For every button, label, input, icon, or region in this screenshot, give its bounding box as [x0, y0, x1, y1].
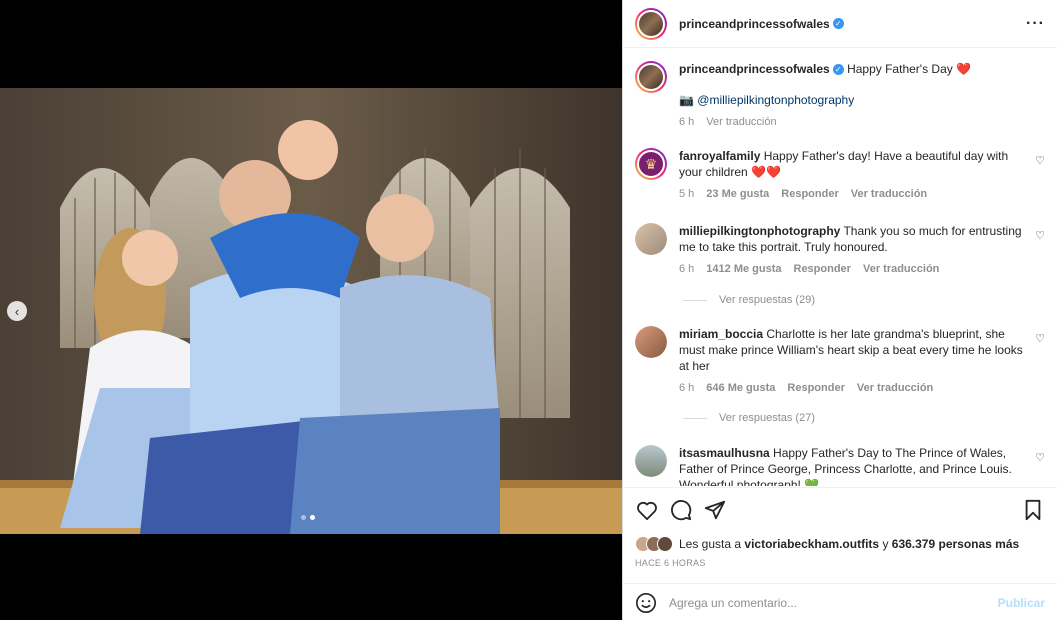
- likes-joiner: y: [882, 537, 889, 551]
- crown-icon: ♛: [637, 150, 665, 178]
- commenter-avatar[interactable]: ♛: [635, 148, 667, 180]
- more-horizontal-icon[interactable]: ···: [1026, 15, 1045, 33]
- view-replies-label[interactable]: Ver respuestas (27): [719, 412, 815, 424]
- post-timestamp[interactable]: HACE 6 HORAS: [623, 558, 1057, 568]
- view-replies-button[interactable]: Ver respuestas (27): [683, 412, 815, 424]
- reply-button[interactable]: Responder: [787, 380, 844, 396]
- comment-like-heart-icon[interactable]: ♡: [1035, 154, 1045, 167]
- carousel-dot: [301, 515, 306, 520]
- comment-username[interactable]: fanroyalfamily: [679, 149, 760, 163]
- comment-username[interactable]: miriam_boccia: [679, 327, 763, 341]
- comment-age: 5 h: [679, 188, 695, 200]
- carousel-dot-active: [310, 515, 315, 520]
- comment-item: milliepilkingtonphotography Thank you so…: [635, 223, 1045, 277]
- comment-like-heart-icon[interactable]: ♡: [1035, 229, 1045, 242]
- liker-avatars: [635, 536, 673, 552]
- post-photo[interactable]: [0, 88, 622, 534]
- reply-button[interactable]: Responder: [781, 186, 838, 202]
- translate-link[interactable]: Ver traducción: [857, 380, 933, 396]
- translate-link[interactable]: Ver traducción: [863, 261, 939, 277]
- comment-username[interactable]: milliepilkingtonphotography: [679, 224, 840, 238]
- caption-text: Happy Father's Day: [847, 62, 953, 76]
- reply-button[interactable]: Responder: [794, 261, 851, 277]
- emoji-picker-icon[interactable]: [635, 592, 657, 614]
- post-actions: Les gusta a victoriabeckham.outfits y 63…: [623, 487, 1057, 620]
- author-avatar[interactable]: [635, 7, 667, 40]
- caption-username[interactable]: princeandprincessofwales: [679, 62, 830, 76]
- comment-like-heart-icon[interactable]: ♡: [1035, 451, 1045, 464]
- liker-username-link[interactable]: victoriabeckham.outfits: [744, 537, 879, 551]
- view-replies-label[interactable]: Ver respuestas (29): [719, 294, 815, 306]
- save-bookmark-icon[interactable]: [1021, 498, 1045, 522]
- carousel-dots: [301, 515, 315, 520]
- comment-likes[interactable]: 1412 Me gusta: [706, 261, 781, 277]
- likes-prefix: Les gusta a: [679, 537, 742, 551]
- comments-list[interactable]: princeandprincessofwales ✓ Happy Father's…: [623, 49, 1057, 486]
- media-panel: ‹: [0, 0, 622, 620]
- comment-item: itsasmaulhusna Happy Father's Day to The…: [635, 445, 1045, 486]
- likes-summary[interactable]: Les gusta a victoriabeckham.outfits y 63…: [623, 532, 1057, 556]
- verified-badge-icon: ✓: [832, 64, 844, 76]
- comment-input[interactable]: [669, 595, 998, 610]
- liker-avatar: [657, 536, 673, 552]
- commenter-avatar[interactable]: [635, 445, 667, 477]
- post-header: princeandprincessofwales ✓ ···: [623, 0, 1057, 48]
- caption-translate-link[interactable]: Ver traducción: [706, 114, 776, 130]
- translate-link[interactable]: Ver traducción: [851, 186, 927, 202]
- green-heart-emoji: 💚: [804, 478, 820, 486]
- caption-avatar[interactable]: [635, 61, 667, 93]
- comment-item: ♛ fanroyalfamily Happy Father's day! Hav…: [635, 148, 1045, 202]
- comment-username[interactable]: itsasmaulhusna: [679, 446, 770, 460]
- verified-badge-icon: ✓: [832, 18, 844, 29]
- heart-emoji: ❤️❤️: [751, 165, 781, 179]
- camera-emoji-icon: 📷: [679, 93, 694, 107]
- comment-likes[interactable]: 646 Me gusta: [706, 380, 775, 396]
- instagram-post-viewer: ‹ princeandprincessofwales ✓ ··· princea…: [0, 0, 1057, 620]
- comment-composer: Publicar: [623, 583, 1057, 620]
- comment-age: 6 h: [679, 382, 695, 394]
- like-heart-icon[interactable]: [635, 498, 659, 522]
- replies-divider: [683, 417, 707, 419]
- commenter-avatar[interactable]: [635, 326, 667, 358]
- commenter-avatar[interactable]: [635, 223, 667, 255]
- comment-item: miriam_boccia Charlotte is her late gran…: [635, 326, 1045, 396]
- carousel-prev-button[interactable]: ‹: [7, 301, 27, 321]
- action-icons-row: [623, 488, 1057, 532]
- replies-divider: [683, 299, 707, 301]
- heart-emoji: ❤️: [956, 62, 972, 76]
- comment-age: 6 h: [679, 263, 695, 275]
- post-details-panel: princeandprincessofwales ✓ ··· princeand…: [622, 0, 1057, 620]
- chevron-left-icon: ‹: [14, 303, 20, 319]
- caption: princeandprincessofwales ✓ Happy Father's…: [635, 61, 1045, 130]
- share-send-icon[interactable]: [703, 498, 727, 522]
- caption-age: 6 h: [679, 116, 695, 128]
- comment-like-heart-icon[interactable]: ♡: [1035, 332, 1045, 345]
- likes-count-link[interactable]: 636.379 personas más: [892, 537, 1019, 551]
- publish-button[interactable]: Publicar: [998, 596, 1045, 610]
- view-replies-button[interactable]: Ver respuestas (29): [683, 294, 815, 306]
- comment-icon[interactable]: [669, 498, 693, 522]
- comment-likes[interactable]: 23 Me gusta: [706, 186, 769, 202]
- author-username[interactable]: princeandprincessofwales: [679, 17, 830, 31]
- family-portrait-image: [0, 88, 622, 534]
- photographer-mention-link[interactable]: @milliepilkingtonphotography: [697, 93, 854, 107]
